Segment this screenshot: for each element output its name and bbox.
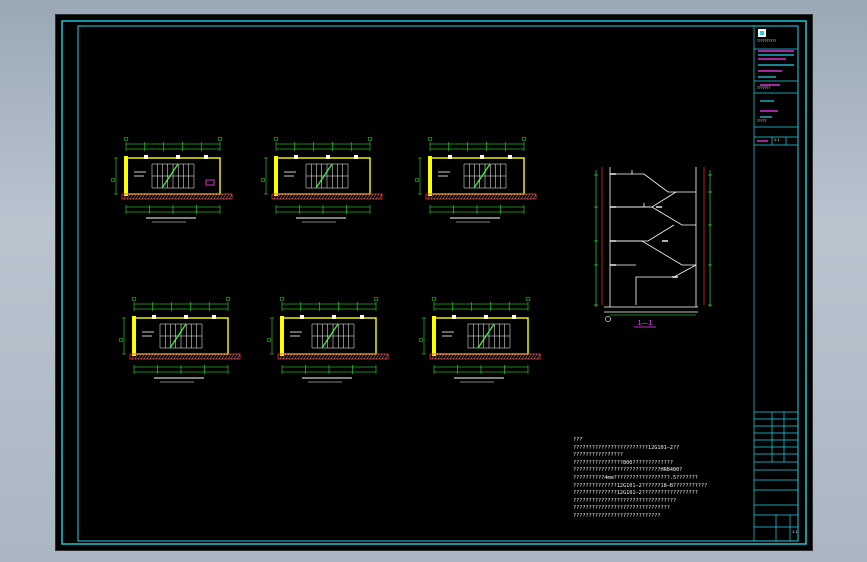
section-1-1: 1—1 (594, 167, 712, 328)
note-line: ??????????????12G101—2??????18—B????????… (573, 482, 708, 489)
axis-bubble (266, 337, 272, 343)
axis-bubble (605, 316, 611, 322)
stair-plan (414, 136, 537, 223)
note-line: ??????????????????????????????? (573, 505, 670, 512)
axis-bubble (279, 296, 285, 302)
axis-bubble (131, 296, 137, 302)
axis-bubble (431, 296, 437, 302)
sheet-number: 1:1 (792, 530, 798, 534)
scale-value: 1:1 (774, 138, 780, 142)
stair-plan (110, 136, 233, 223)
axis-bubble (217, 136, 223, 142)
note-line: ??????????????12G101—2?????????????????? (573, 490, 698, 497)
stair-plan (266, 296, 389, 383)
note-line: ???????????????? (573, 452, 623, 459)
axis-bubble (373, 296, 379, 302)
stair-plans (110, 136, 541, 383)
axis-bubble (521, 136, 527, 142)
company-name: ?????????? (757, 39, 777, 43)
notes-heading: ??? (573, 437, 583, 443)
note-line: ???????????????????????????? (573, 512, 661, 519)
drawing-sheet: 1—1 ?????????? ??????? ????? 1:1 1:1 ???… (55, 14, 813, 551)
note-line: ??????????4mm??????????????????.5??????? (573, 474, 698, 481)
axis-bubble (525, 296, 531, 302)
title-block-lettering (757, 50, 794, 142)
axis-bubble (118, 337, 124, 343)
note-line: ????????????????????????12G101—2?? (573, 444, 680, 451)
axis-bubble (367, 136, 373, 142)
axis-bubble (110, 177, 116, 183)
project-name: ??????? (757, 86, 771, 90)
note-line: ????????????????????????????HRB400? (573, 467, 683, 474)
title-block (753, 25, 799, 542)
axis-bubble (418, 337, 424, 343)
axis-bubble (260, 177, 266, 183)
general-notes: ??? ????????????????????????12G101—2?? ?… (573, 437, 753, 521)
stair-plan (418, 296, 541, 383)
stair-plan (118, 296, 241, 383)
axis-bubble (273, 136, 279, 142)
stair-plan (260, 136, 383, 223)
axis-bubble (427, 136, 433, 142)
drawing-title: ????? (757, 119, 767, 123)
section-title: 1—1 (638, 320, 653, 327)
axis-bubble (123, 136, 129, 142)
axis-bubble (414, 177, 420, 183)
axis-bubble (225, 296, 231, 302)
note-line: ????????????????????????????????? (573, 497, 677, 504)
note-line: ????????????????800????????????? (573, 459, 673, 466)
